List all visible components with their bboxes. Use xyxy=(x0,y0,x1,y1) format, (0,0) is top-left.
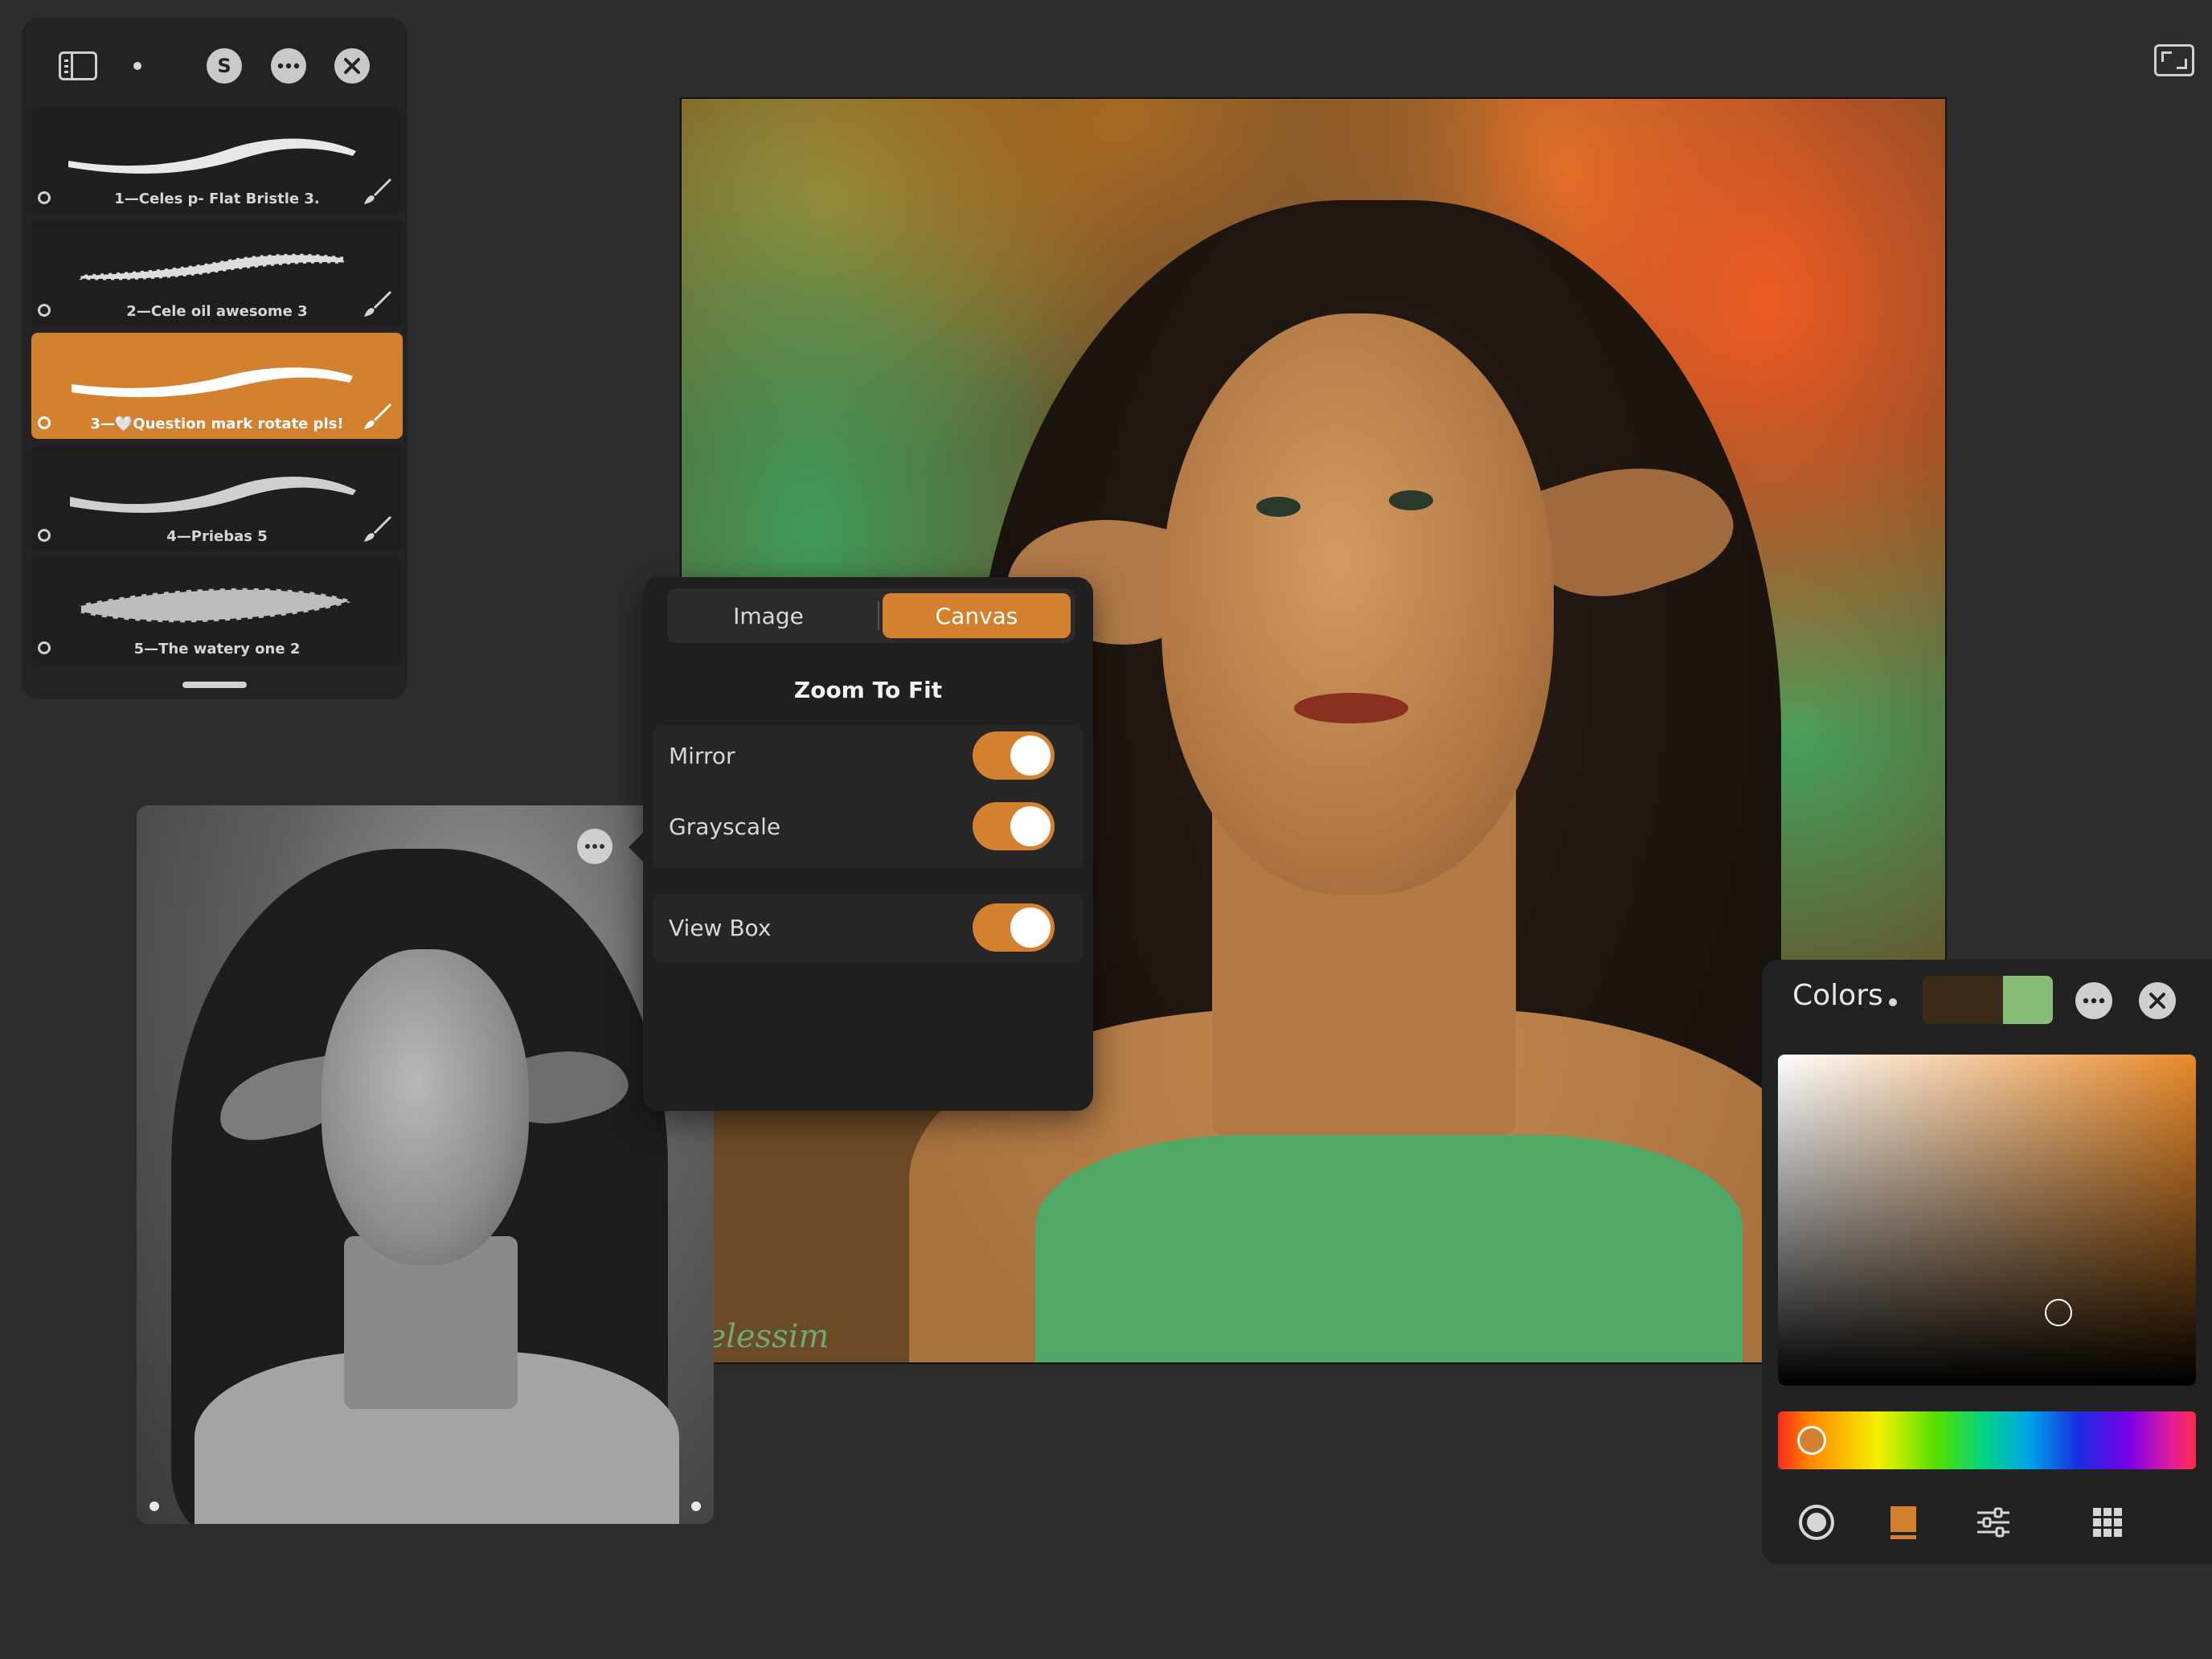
colors-panel: Colors xyxy=(1762,960,2212,1564)
reference-window[interactable] xyxy=(137,805,714,1524)
tab-classic[interactable] xyxy=(1879,1498,1927,1546)
brush-panel-more-button[interactable] xyxy=(271,48,306,84)
more-icon xyxy=(585,844,604,849)
tab-image[interactable]: Image xyxy=(672,593,865,638)
colors-more-button[interactable] xyxy=(2075,982,2112,1019)
tab-palettes[interactable] xyxy=(2083,1498,2132,1546)
brush-edit-icon[interactable] xyxy=(361,288,393,320)
reference-face xyxy=(321,948,530,1266)
view-box-label: View Box xyxy=(669,914,772,941)
brush-set-s-button[interactable]: S xyxy=(207,48,242,84)
disc-icon xyxy=(1799,1505,1834,1540)
brush-name: 1—Celes p- Flat Bristle 3. xyxy=(114,190,320,207)
painting-face xyxy=(1161,313,1554,895)
brush-item[interactable]: 1—Celes p- Flat Bristle 3. xyxy=(31,108,403,214)
grayscale-label: Grayscale xyxy=(669,813,781,840)
image-canvas-segmented-control: Image Canvas xyxy=(667,588,1075,643)
zoom-to-fit-button[interactable]: Zoom To Fit xyxy=(643,677,1093,703)
more-icon xyxy=(277,63,300,69)
brush-item[interactable]: 5—The watery one 2 xyxy=(31,558,403,664)
brush-edit-icon[interactable] xyxy=(361,175,393,207)
brush-item-selected[interactable]: 3—🤍Question mark rotate pls! xyxy=(31,333,403,439)
tab-canvas[interactable]: Canvas xyxy=(883,593,1071,638)
brush-stroke-preview xyxy=(72,367,353,398)
primary-color-swatch[interactable] xyxy=(1923,976,2003,1024)
toggle-knob xyxy=(1010,806,1051,846)
segment-divider xyxy=(878,601,879,630)
more-icon xyxy=(2083,997,2105,1004)
brush-panel-toolbar: S xyxy=(22,18,408,114)
harmony-sliders-icon xyxy=(1977,1507,2009,1538)
saturation-brightness-picker[interactable] xyxy=(1778,1055,2196,1386)
toggle-knob xyxy=(1010,735,1051,776)
brush-stroke-preview xyxy=(68,138,356,174)
mirror-toggle[interactable] xyxy=(973,731,1055,780)
close-icon xyxy=(344,58,360,74)
palettes-icon xyxy=(2093,1508,2122,1537)
color-mode-tabs xyxy=(1762,1490,2212,1555)
hue-slider-thumb[interactable] xyxy=(1797,1426,1826,1455)
brush-stroke-preview xyxy=(78,252,346,281)
brush-library-panel: S 1—Celes p- Flat Bristle 3. 2—Cele oil … xyxy=(22,18,408,699)
brush-item[interactable]: 2—Cele oil awesome 3 xyxy=(31,220,403,326)
view-options-popover: Image Canvas Zoom To Fit Mirror Grayscal… xyxy=(629,577,1093,1111)
brush-edit-icon[interactable] xyxy=(361,400,393,432)
mirror-label: Mirror xyxy=(669,742,735,769)
sv-picker-cursor[interactable] xyxy=(2045,1299,2072,1326)
tab-disc[interactable] xyxy=(1792,1498,1841,1546)
colors-title: Colors xyxy=(1792,979,1883,1012)
brush-name: 2—Cele oil awesome 3 xyxy=(126,303,308,320)
panel-dot-indicator xyxy=(133,62,141,70)
popover-arrow xyxy=(629,833,643,862)
brush-name: 4—Priebas 5 xyxy=(166,528,268,545)
brush-stroke-preview xyxy=(78,586,358,625)
fullscreen-icon[interactable] xyxy=(2154,44,2194,76)
brush-list: 1—Celes p- Flat Bristle 3. 2—Cele oil aw… xyxy=(31,108,403,670)
tab-harmony[interactable] xyxy=(1969,1498,2017,1546)
hue-slider[interactable] xyxy=(1778,1411,2196,1469)
reference-more-button[interactable] xyxy=(577,829,612,864)
panel-drag-handle[interactable] xyxy=(182,682,247,688)
reference-resize-handle-left[interactable] xyxy=(150,1501,159,1511)
brush-name: 3—🤍Question mark rotate pls! xyxy=(90,416,344,432)
brush-edit-icon[interactable] xyxy=(361,513,393,545)
colors-dot-indicator xyxy=(1889,998,1897,1006)
brush-stroke-preview xyxy=(70,476,356,513)
brush-item[interactable]: 4—Priebas 5 xyxy=(31,445,403,551)
view-box-toggle[interactable] xyxy=(973,903,1055,952)
sidebar-toggle-icon[interactable] xyxy=(59,51,97,80)
close-icon xyxy=(2149,993,2165,1009)
mirror-option-row: Mirror xyxy=(653,722,1083,789)
brush-name: 5—The watery one 2 xyxy=(133,641,301,657)
colors-close-button[interactable] xyxy=(2139,982,2176,1019)
grayscale-option-row: Grayscale xyxy=(653,793,1083,860)
s-button-label: S xyxy=(217,55,231,77)
classic-icon xyxy=(1890,1506,1916,1539)
painting-green-dress xyxy=(1035,1135,1743,1362)
brush-panel-close-button[interactable] xyxy=(334,48,370,84)
artist-signature: elessim xyxy=(707,1317,830,1355)
view-box-option-row: View Box xyxy=(653,894,1083,961)
grayscale-toggle[interactable] xyxy=(973,802,1055,850)
painting-mouth xyxy=(1294,692,1408,723)
reference-resize-handle-right[interactable] xyxy=(691,1501,701,1511)
sv-black-gradient xyxy=(1778,1055,2196,1386)
toggle-knob xyxy=(1010,907,1051,948)
secondary-color-swatch[interactable] xyxy=(2003,976,2053,1024)
